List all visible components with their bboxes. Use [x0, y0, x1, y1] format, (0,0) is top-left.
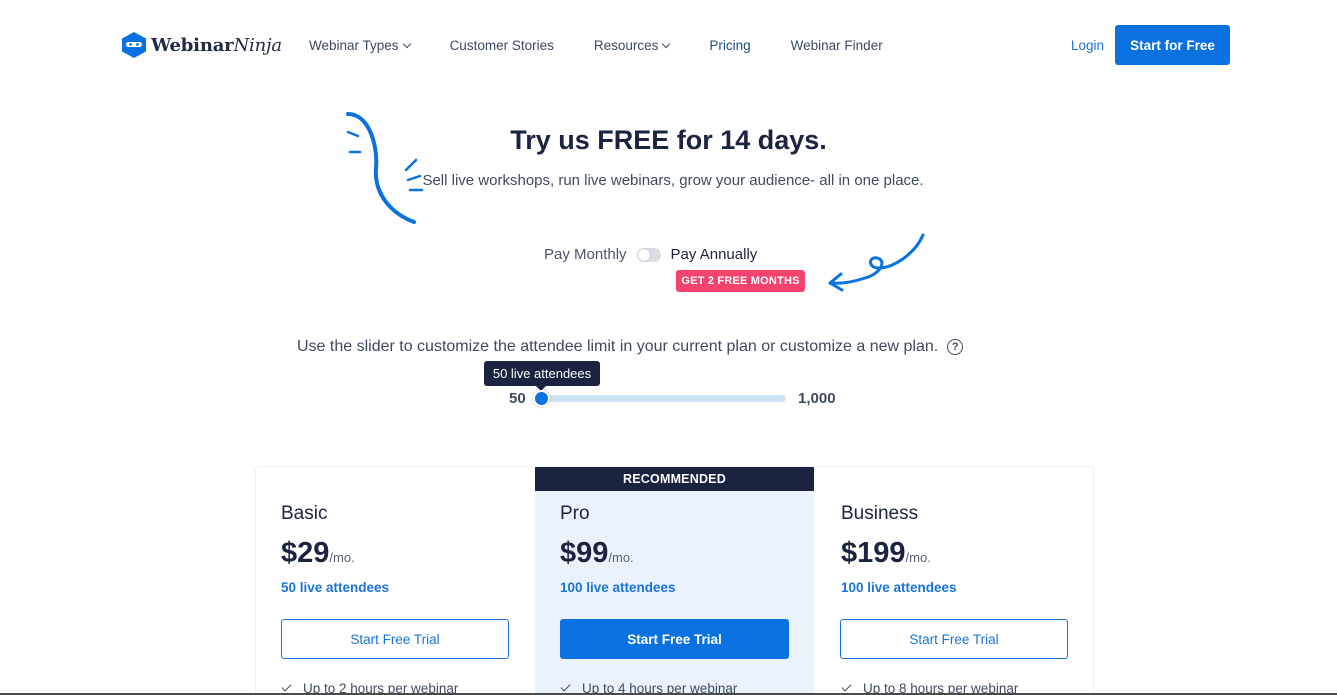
chevron-down-icon	[402, 39, 411, 48]
main-nav: Webinar Types Customer Stories Resources…	[309, 38, 923, 53]
page-title: Try us FREE for 14 days.	[510, 125, 827, 155]
pay-annually-label[interactable]: Pay Annually	[671, 246, 758, 263]
nav-label: Customer Stories	[449, 38, 554, 53]
nav-customer-stories[interactable]: Customer Stories	[450, 38, 554, 53]
slider-max-label: 1,000	[798, 390, 836, 407]
ninja-hexagon-icon	[122, 32, 146, 58]
plan-price: $199/mo.	[841, 537, 931, 570]
nav-pricing[interactable]: Pricing	[709, 38, 750, 53]
slider-instructions: Use the slider to customize the attendee…	[297, 338, 964, 356]
billing-toggle[interactable]	[636, 247, 661, 262]
billing-toggle-group: Pay Monthly Pay Annually	[544, 246, 757, 263]
plan-price-period: /mo.	[608, 550, 634, 565]
help-icon[interactable]: ?	[947, 339, 964, 355]
nav-webinar-finder[interactable]: Webinar Finder	[791, 38, 883, 53]
site-header: WebinarNinja Webinar Types Customer Stor…	[0, 0, 1337, 90]
slider-instructions-text: Use the slider to customize the attendee…	[297, 338, 939, 355]
nav-webinar-types[interactable]: Webinar Types	[309, 38, 411, 53]
nav-label: Resources	[593, 38, 659, 53]
nav-label: Webinar Types	[309, 38, 399, 53]
attendee-slider-track[interactable]	[541, 395, 786, 402]
page-subtitle: Sell live workshops, run live webinars, …	[422, 172, 924, 189]
plan-attendees: 50 live attendees	[281, 580, 390, 595]
plan-price-amount: $199	[841, 537, 906, 569]
plan-price-period: /mo.	[905, 550, 931, 565]
slider-value-tooltip: 50 live attendees	[484, 361, 600, 391]
start-free-trial-button-business[interactable]: Start Free Trial	[840, 619, 1068, 659]
free-months-badge: GET 2 FREE MONTHS	[676, 270, 805, 292]
plan-name: Pro	[560, 503, 590, 524]
plan-name: Business	[841, 503, 919, 524]
login-link[interactable]: Login	[1071, 38, 1104, 53]
nav-label: Webinar Finder	[790, 38, 883, 53]
hand-drawn-arrow-decoration	[828, 233, 925, 292]
plan-price-amount: $29	[281, 537, 330, 569]
recommended-banner: RECOMMENDED	[535, 467, 814, 491]
attendee-slider-handle[interactable]	[533, 390, 550, 407]
plan-attendees: 100 live attendees	[560, 580, 676, 595]
plan-attendees: 100 live attendees	[841, 580, 957, 595]
start-free-trial-button-basic[interactable]: Start Free Trial	[281, 619, 509, 659]
slider-min-label: 50	[509, 390, 526, 407]
nav-label: Pricing	[709, 38, 751, 53]
plan-price-amount: $99	[560, 537, 609, 569]
pay-monthly-label[interactable]: Pay Monthly	[544, 246, 627, 263]
plan-name: Basic	[281, 503, 328, 524]
logo-brand-italic: Ninja	[233, 34, 282, 56]
nav-resources[interactable]: Resources	[593, 38, 671, 53]
start-free-trial-button-pro[interactable]: Start Free Trial	[560, 619, 789, 659]
start-for-free-button[interactable]: Start for Free	[1115, 25, 1230, 65]
checkmark-icon	[281, 681, 292, 692]
plan-price-period: /mo.	[329, 550, 355, 565]
chevron-down-icon	[662, 39, 671, 48]
logo-text: WebinarNinja	[151, 35, 282, 56]
checkmark-icon	[841, 681, 852, 692]
plan-price: $99/mo.	[560, 537, 634, 570]
plan-price: $29/mo.	[281, 537, 355, 570]
logo[interactable]: WebinarNinja	[120, 31, 282, 59]
checkmark-icon	[560, 681, 571, 692]
logo-brand: Webinar	[151, 34, 234, 56]
